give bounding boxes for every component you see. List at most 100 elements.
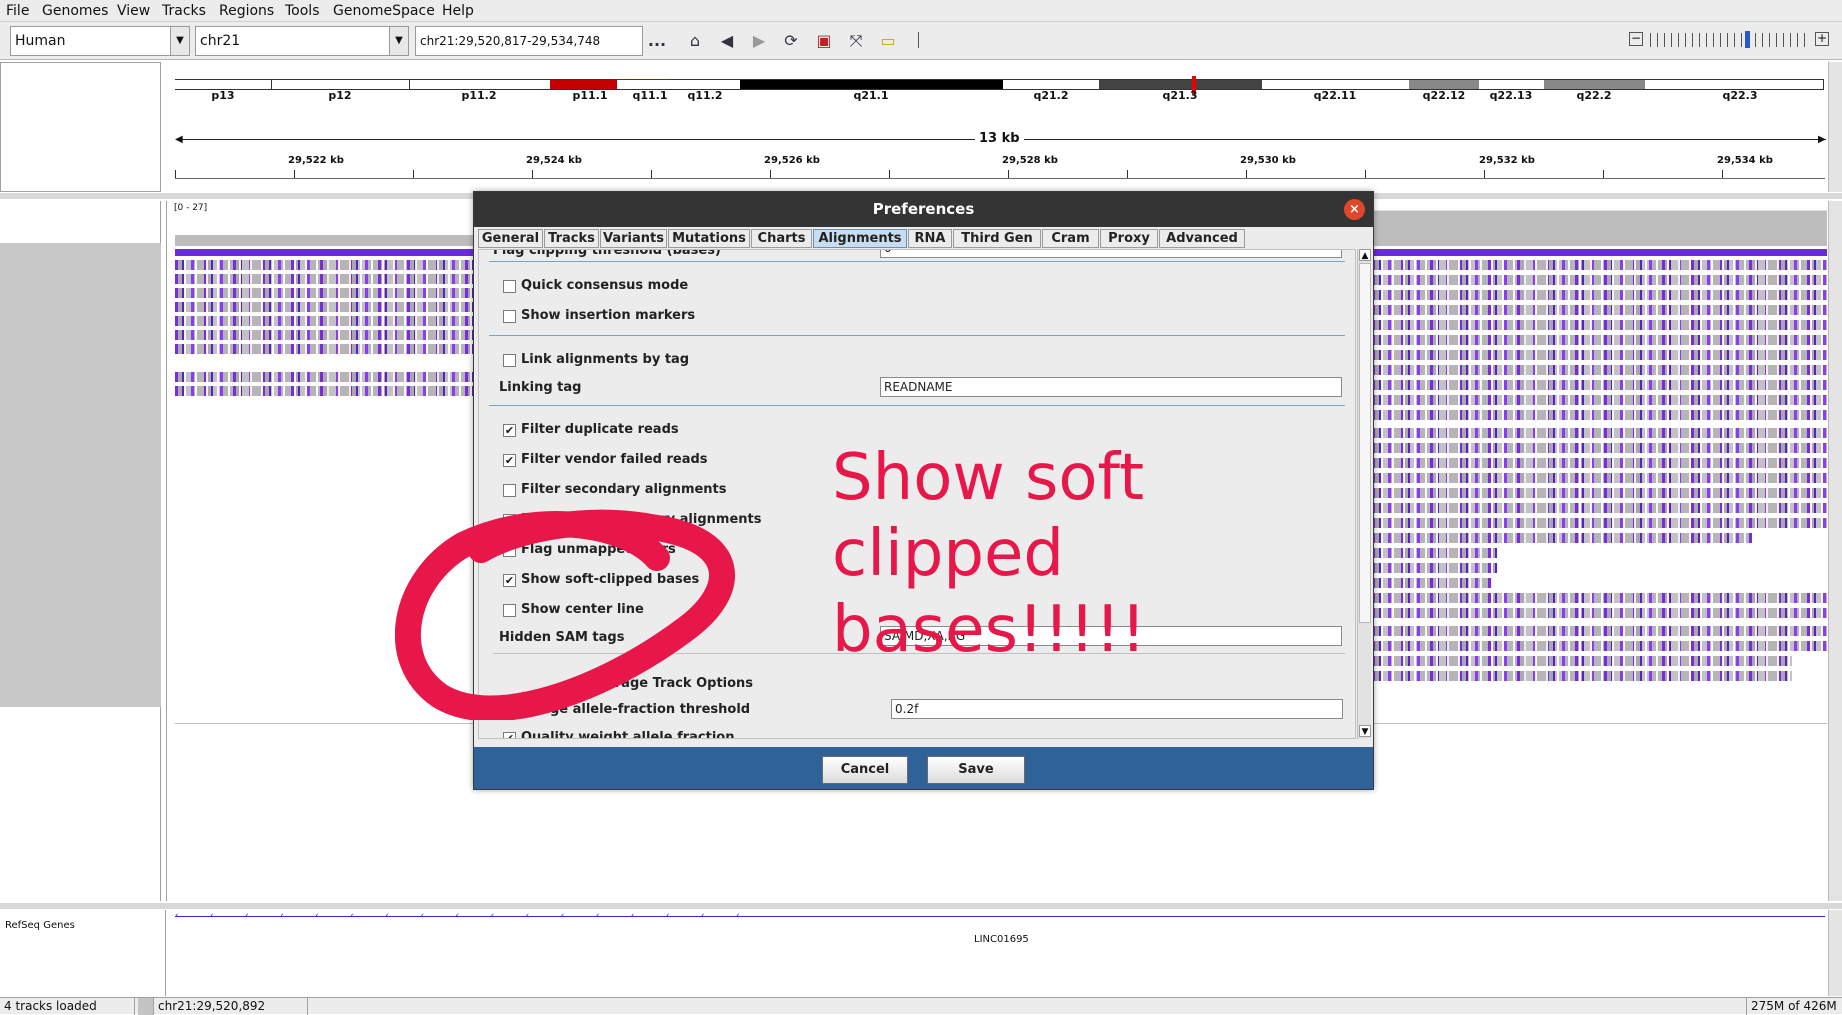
read-row[interactable] (1372, 443, 1827, 453)
read-row[interactable] (1372, 641, 1827, 651)
read-row[interactable] (175, 316, 475, 326)
read-row[interactable] (1372, 428, 1827, 438)
alignment-strip-left (175, 249, 475, 256)
read-row[interactable] (175, 372, 475, 382)
menu-file[interactable]: File (6, 3, 29, 19)
read-row[interactable] (1372, 320, 1827, 330)
read-row[interactable] (175, 274, 475, 284)
menu-tools[interactable]: Tools (285, 3, 320, 19)
clipping-threshold-field[interactable]: 0 (880, 250, 1342, 258)
tab-tracks[interactable]: Tracks (544, 229, 599, 248)
fit-window-icon[interactable]: ⤧ (845, 30, 867, 52)
insertion-markers-checkbox[interactable] (503, 310, 516, 323)
coverage-track-right[interactable] (1372, 204, 1827, 246)
alignment-scrollbar[interactable] (1828, 201, 1842, 901)
quick-consensus-checkbox[interactable] (503, 280, 516, 293)
zoom-slider[interactable] (1650, 33, 1810, 47)
read-row[interactable] (1372, 458, 1827, 468)
forward-icon[interactable]: ▶ (748, 30, 770, 52)
refresh-icon[interactable]: ⟳ (780, 30, 802, 52)
read-row[interactable] (175, 302, 475, 312)
chromosome-select[interactable]: chr21 (195, 26, 395, 56)
feature-scrollbar[interactable] (1828, 910, 1842, 996)
tab-cram[interactable]: Cram (1042, 229, 1099, 248)
status-position: chr21:29,520,892 (154, 998, 308, 1015)
tab-third-gen[interactable]: Third Gen (953, 229, 1041, 248)
read-row[interactable] (1372, 410, 1827, 420)
read-row[interactable] (1372, 473, 1827, 483)
locus-input[interactable]: chr21:29,520,817-29,534,748 (415, 26, 643, 56)
menu-genomes[interactable]: Genomes (42, 3, 108, 19)
filter-duplicates-checkbox[interactable]: ✔ (503, 424, 516, 437)
read-row[interactable] (1372, 260, 1827, 270)
roi-icon[interactable]: ▣ (813, 30, 835, 52)
filter-secondary-label: Filter secondary alignments (521, 482, 727, 497)
read-row[interactable] (1372, 671, 1792, 681)
tab-alignments[interactable]: Alignments (813, 229, 907, 248)
chromosome-dropdown-icon[interactable]: ▼ (389, 26, 409, 56)
panel-splitter-2[interactable] (0, 903, 1842, 909)
read-row[interactable] (1372, 275, 1827, 285)
read-row[interactable] (1372, 518, 1827, 528)
read-row[interactable] (175, 330, 475, 340)
tab-proxy[interactable]: Proxy (1100, 229, 1158, 248)
filter-vendor-failed-checkbox[interactable]: ✔ (503, 454, 516, 467)
read-row[interactable] (1372, 503, 1827, 513)
header-scrollbar[interactable] (1828, 62, 1842, 192)
alignment-track-name[interactable] (0, 243, 161, 707)
gene-label[interactable]: LINC01695 (974, 934, 1029, 945)
feature-name-panel: RefSeq Genes (0, 910, 166, 996)
quality-weight-checkbox[interactable]: ✔ (503, 732, 516, 738)
read-row[interactable] (1372, 533, 1752, 543)
coverage-track-left[interactable] (175, 228, 475, 246)
read-row[interactable] (1372, 335, 1827, 345)
read-row[interactable] (1372, 626, 1827, 636)
tab-advanced[interactable]: Advanced (1159, 229, 1245, 248)
read-row[interactable] (1372, 380, 1827, 390)
menu-genomespace[interactable]: GenomeSpace (333, 3, 435, 19)
read-row[interactable] (1372, 608, 1827, 618)
tab-rna[interactable]: RNA (908, 229, 952, 248)
tab-charts[interactable]: Charts (751, 229, 812, 248)
coverage-threshold-field[interactable]: 0.2f (891, 699, 1343, 719)
genome-select[interactable]: Human (10, 26, 172, 56)
read-row[interactable] (1372, 395, 1827, 405)
read-row[interactable] (175, 260, 475, 270)
read-row[interactable] (175, 288, 475, 298)
cancel-button[interactable]: Cancel (822, 756, 908, 784)
tab-general[interactable]: General (478, 229, 543, 248)
refseq-track-name[interactable]: RefSeq Genes (5, 920, 75, 931)
menu-help[interactable]: Help (442, 3, 474, 19)
tab-mutations[interactable]: Mutations (668, 229, 750, 248)
read-row[interactable] (1372, 593, 1827, 603)
zoom-slider-thumb[interactable] (1745, 31, 1750, 48)
read-row[interactable] (1372, 290, 1827, 300)
read-row[interactable] (1372, 488, 1827, 498)
menu-regions[interactable]: Regions (219, 3, 274, 19)
menu-view[interactable]: View (117, 3, 150, 19)
link-alignments-checkbox[interactable] (503, 354, 516, 367)
read-row[interactable] (175, 386, 475, 396)
menu-tracks[interactable]: Tracks (162, 3, 206, 19)
read-row[interactable] (175, 344, 475, 354)
filter-secondary-checkbox[interactable] (503, 484, 516, 497)
popup-info-icon[interactable]: ▭ (877, 30, 899, 52)
read-row[interactable] (1372, 365, 1827, 375)
linking-tag-field[interactable]: READNAME (880, 377, 1342, 397)
scroll-down-icon[interactable]: ▼ (1359, 725, 1371, 737)
scroll-up-icon[interactable]: ▲ (1359, 249, 1371, 261)
read-row[interactable] (1372, 350, 1827, 360)
ruler-tick-label: 29,532 kb (1479, 155, 1535, 166)
back-icon[interactable]: ◀ (716, 30, 738, 52)
close-icon[interactable]: × (1344, 199, 1365, 220)
save-button[interactable]: Save (927, 756, 1025, 784)
more-icon[interactable]: ... (646, 30, 668, 52)
zoom-out-icon[interactable]: − (1629, 32, 1643, 46)
home-icon[interactable]: ⌂ (684, 30, 706, 52)
genome-dropdown-icon[interactable]: ▼ (170, 26, 190, 56)
ruler-left-arrow: ◀ (175, 134, 183, 145)
read-row[interactable] (1372, 656, 1792, 666)
tab-variants[interactable]: Variants (600, 229, 667, 248)
read-row[interactable] (1372, 305, 1827, 315)
zoom-in-icon[interactable]: + (1815, 32, 1829, 46)
